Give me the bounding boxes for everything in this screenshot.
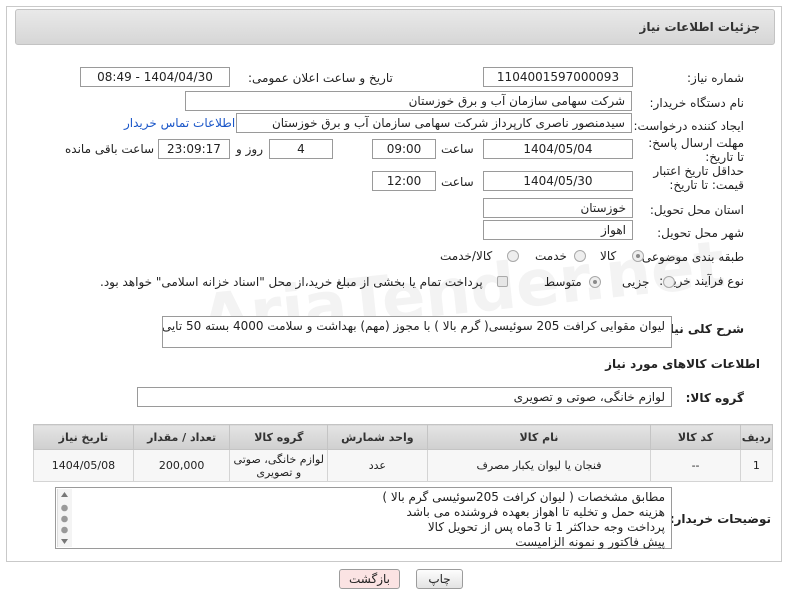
days-label: روز و — [236, 142, 263, 156]
remaining-time-field: 23:09:17 — [158, 139, 230, 159]
validity-time-field: 12:00 — [372, 171, 436, 191]
items-table: ردیف کد کالا نام کالا واحد شمارش گروه کا… — [33, 424, 774, 482]
need-number-field: 1104001597000093 — [483, 67, 633, 87]
cell-unit: عدد — [327, 449, 428, 482]
col-code: کد کالا — [650, 424, 741, 450]
need-number-label: شماره نیاز: — [687, 71, 744, 85]
category-label: طبقه بندی موضوعی: — [637, 250, 744, 264]
deadline-time-label: ساعت — [441, 142, 474, 156]
cell-code: -- — [650, 449, 741, 482]
validity-label: حداقل تاریخ اعتبار قیمت: تا تاریخ: — [653, 164, 744, 192]
table-header-row: ردیف کد کالا نام کالا واحد شمارش گروه کا… — [33, 424, 774, 450]
creator-label: ایجاد کننده درخواست: — [633, 119, 744, 133]
announce-label: تاریخ و ساعت اعلان عمومی: — [248, 71, 393, 85]
category-option-service: خدمت — [535, 249, 567, 263]
validity-date-field: 1404/05/30 — [483, 171, 633, 191]
cell-row: 1 — [739, 449, 774, 482]
page-title: جزئیات اطلاعات نیاز — [639, 20, 760, 34]
scroll-dot-icon — [61, 504, 68, 512]
process-radio-medium[interactable] — [589, 276, 601, 288]
category-option-goods-service: کالا/خدمت — [440, 249, 493, 263]
col-group: گروه کالا — [229, 424, 329, 450]
buyer-notes-field: مطابق مشخصات ( لیوان کرافت 205سوئیسی گرم… — [55, 487, 672, 549]
category-radio-service[interactable] — [574, 250, 586, 262]
province-field: خوزستان — [483, 198, 633, 218]
category-radio-goods[interactable] — [632, 250, 644, 262]
deadline-date-field: 1404/05/04 — [483, 139, 633, 159]
scroll-dot-icon — [61, 526, 68, 534]
notes-line: پرداخت وجه حداکثر 1 تا 3ماه پس از تحویل … — [427, 520, 665, 534]
category-radio-goods-service[interactable] — [507, 250, 519, 262]
announce-field: 1404/04/30 - 08:49 — [80, 67, 230, 87]
col-unit: واحد شمارش — [327, 424, 428, 450]
process-radio-minor[interactable] — [663, 276, 675, 288]
buyer-org-label: نام دستگاه خریدار: — [649, 96, 745, 110]
buyer-notes-label: توضیحات خریدار: — [669, 512, 771, 526]
remaining-label: ساعت باقی مانده — [65, 142, 155, 156]
treasury-checkbox[interactable] — [497, 276, 508, 287]
goods-group-label: گروه کالا: — [685, 391, 744, 405]
province-label: استان محل تحویل: — [649, 203, 744, 217]
buyer-contact-link[interactable]: اطلاعات تماس خریدار — [124, 116, 235, 130]
cell-date: 1404/05/08 — [33, 449, 134, 482]
col-row: ردیف — [739, 424, 774, 450]
treasury-note: پرداخت تمام یا بخشی از مبلغ خرید،از محل … — [100, 275, 483, 289]
category-option-goods: کالا — [600, 249, 617, 263]
cell-quantity: 200,000 — [132, 449, 231, 482]
scroll-down-icon[interactable] — [61, 539, 68, 544]
notes-line: مطابق مشخصات ( لیوان کرافت 205سوئیسی گرم… — [382, 490, 665, 504]
deadline-time-field: 09:00 — [372, 139, 436, 159]
scroll-up-icon[interactable] — [61, 492, 68, 497]
back-button[interactable]: بازگشت — [339, 569, 400, 589]
notes-line: پیش فاکتور و نمونه الزامیست — [515, 535, 665, 549]
cell-name: فنجان یا لیوان یکبار مصرف — [426, 449, 652, 482]
deadline-label: مهلت ارسال پاسخ: تا تاریخ: — [648, 136, 744, 164]
goods-group-field: لوازم خانگی، صوتی و تصویری — [137, 387, 672, 407]
notes-scrollbar[interactable] — [57, 489, 72, 547]
goods-info-title: اطلاعات کالاهای مورد نیاز — [605, 357, 760, 371]
page-header: جزئیات اطلاعات نیاز — [15, 9, 775, 45]
process-option-minor: جزیی — [622, 275, 650, 289]
buyer-org-field: شرکت سهامی سازمان آب و برق خوزستان — [185, 91, 632, 111]
print-button[interactable]: چاپ — [416, 569, 463, 589]
creator-field: سیدمنصور ناصری کارپرداز شرکت سهامی سازما… — [236, 113, 632, 133]
table-row: 1 -- فنجان یا لیوان یکبار مصرف عدد لوازم… — [33, 449, 774, 482]
col-date: تاریخ نیاز — [33, 424, 134, 450]
scroll-dot-icon — [61, 515, 68, 523]
general-desc-field: لیوان مقوایی کرافت 205 سوئیسی( گرم بالا … — [162, 316, 672, 348]
city-field: اهواز — [483, 220, 633, 240]
col-name: نام کالا — [426, 424, 652, 450]
cell-group: لوازم خانگی، صوتی و تصویری — [229, 449, 329, 482]
notes-line: هزینه حمل و تخلیه تا اهواز بعهده فروشنده… — [406, 505, 665, 519]
validity-time-label: ساعت — [441, 175, 474, 189]
city-label: شهر محل تحویل: — [657, 226, 744, 240]
col-quantity: تعداد / مقدار — [132, 424, 231, 450]
process-option-medium: متوسط — [544, 275, 582, 289]
days-remaining-field: 4 — [269, 139, 333, 159]
